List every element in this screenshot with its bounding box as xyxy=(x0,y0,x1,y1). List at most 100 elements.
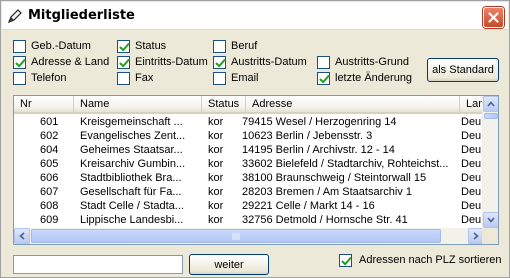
checkbox-box[interactable] xyxy=(317,55,330,69)
column-header-name[interactable]: Name xyxy=(74,96,202,112)
vertical-scrollbar[interactable] xyxy=(482,96,498,228)
cell-name: Kreisarchiv Gumbin... xyxy=(80,158,186,170)
checkbox-austritts-grund[interactable]: Austritts-Grund xyxy=(317,55,409,69)
checkbox-label: Email xyxy=(231,72,259,84)
cell-nr: 604 xyxy=(40,144,59,156)
checkbox-box[interactable] xyxy=(117,39,130,53)
checkbox-austritts-datum[interactable]: Austritts-Datum xyxy=(213,55,307,69)
search-input[interactable] xyxy=(13,255,183,274)
cell-land: Deu xyxy=(461,130,482,142)
checkbox-box[interactable] xyxy=(213,55,226,69)
cell-status: kor xyxy=(208,214,224,226)
table-row[interactable]: 602 Evangelisches Zent... kor 10623 Berl… xyxy=(14,129,484,143)
cell-status: kor xyxy=(208,144,224,156)
scrollbar-corner xyxy=(482,228,498,244)
table-row[interactable]: 601 Kreisgemeinschaft ... kor 79415 Wese… xyxy=(14,115,484,129)
checkbox-eintritts-datum[interactable]: Eintritts-Datum xyxy=(117,55,208,69)
column-header-land[interactable]: Land xyxy=(460,96,484,112)
checkbox-plz-sort[interactable]: Adressen nach PLZ sortieren xyxy=(339,253,501,267)
checkbox-geb-datum[interactable]: Geb.-Datum xyxy=(13,39,91,53)
checkbox-beruf[interactable]: Beruf xyxy=(213,39,257,53)
cell-land: Deu xyxy=(461,214,482,226)
als-standard-button[interactable]: als Standard xyxy=(427,58,499,82)
check-icon xyxy=(119,42,130,51)
als-standard-label: als Standard xyxy=(432,64,494,76)
checkbox-email[interactable]: Email xyxy=(213,71,259,85)
member-table[interactable]: Nr Name Status Adresse Land 601 Kreisgem… xyxy=(13,95,499,245)
scroll-left-button[interactable] xyxy=(14,228,30,244)
cell-adresse: 32756 Detmold / Hornsche Str. 41 xyxy=(242,214,408,226)
checkbox-box[interactable] xyxy=(13,39,26,53)
cell-name: Stadtbibliothek Bra... xyxy=(80,172,182,184)
checkbox-label: Geb.-Datum xyxy=(31,40,91,52)
window-title: Mitgliederliste xyxy=(28,8,135,23)
checkbox-box[interactable] xyxy=(13,71,26,85)
close-button[interactable] xyxy=(483,7,504,28)
checkbox-box[interactable] xyxy=(213,39,226,53)
arrow-down-icon xyxy=(487,217,495,223)
cell-nr: 601 xyxy=(40,116,59,128)
checkbox-box[interactable] xyxy=(117,55,130,69)
checkbox-box[interactable] xyxy=(339,253,352,267)
cell-name: Lippische Landesbi... xyxy=(80,214,184,226)
pen-icon xyxy=(7,9,22,24)
cell-status: kor xyxy=(208,158,224,170)
checkbox-fax[interactable]: Fax xyxy=(117,71,153,85)
weiter-label: weiter xyxy=(214,258,244,271)
table-row[interactable]: 608 Stadt Celle / Stadta... kor 29221 Ce… xyxy=(14,199,484,213)
cell-name: Evangelisches Zent... xyxy=(80,130,186,142)
mitgliederliste-window: Mitgliederliste Geb.-Datum Status Beruf … xyxy=(0,0,510,278)
cell-nr: 605 xyxy=(40,158,59,170)
checkbox-box[interactable] xyxy=(117,71,130,85)
scroll-up-button[interactable] xyxy=(483,96,498,112)
column-header-adresse[interactable]: Adresse xyxy=(246,96,460,112)
cell-land: Deu xyxy=(461,116,482,128)
cell-name: Geheimes Staatsar... xyxy=(80,144,183,156)
checkbox-label: letzte Änderung xyxy=(335,72,413,84)
table-row[interactable]: 604 Geheimes Staatsar... kor 14195 Berli… xyxy=(14,143,484,157)
table-row[interactable]: 609 Lippische Landesbi... kor 32756 Detm… xyxy=(14,213,484,227)
checkbox-box[interactable] xyxy=(317,71,330,85)
cell-land: Deu xyxy=(461,158,482,170)
scroll-down-button[interactable] xyxy=(483,212,498,228)
cell-adresse: 10623 Berlin / Jebensstr. 3 xyxy=(242,130,373,142)
cell-nr: 609 xyxy=(40,214,59,226)
check-icon xyxy=(119,58,130,67)
checkbox-label: Austritts-Grund xyxy=(335,56,409,68)
checkbox-label: Austritts-Datum xyxy=(231,56,307,68)
column-header-nr[interactable]: Nr xyxy=(14,96,74,112)
weiter-button[interactable]: weiter xyxy=(189,254,269,275)
checkbox-letzte-aenderung[interactable]: letzte Änderung xyxy=(317,71,412,85)
checkbox-box[interactable] xyxy=(213,71,226,85)
title-bar: Mitgliederliste xyxy=(2,2,508,30)
cell-land: Deu xyxy=(461,144,482,156)
grip-icon xyxy=(232,233,240,240)
arrow-right-icon xyxy=(473,232,479,240)
checkbox-box[interactable] xyxy=(13,55,26,69)
checkbox-telefon[interactable]: Telefon xyxy=(13,71,66,85)
check-icon xyxy=(319,74,330,83)
table-row[interactable]: 606 Stadtbibliothek Bra... kor 38100 Bra… xyxy=(14,171,484,185)
table-row[interactable]: 607 Gesellschaft für Fa... kor 28203 Bre… xyxy=(14,185,484,199)
horizontal-scrollbar[interactable] xyxy=(14,228,484,244)
checkbox-label: Adressen nach PLZ sortieren xyxy=(359,254,502,266)
vertical-scroll-thumb[interactable] xyxy=(484,113,498,119)
cell-nr: 608 xyxy=(40,200,59,212)
check-icon xyxy=(341,256,352,265)
table-row[interactable]: 605 Kreisarchiv Gumbin... kor 33602 Biel… xyxy=(14,157,484,171)
cell-nr: 606 xyxy=(40,172,59,184)
column-header-status[interactable]: Status xyxy=(202,96,246,112)
arrow-up-icon xyxy=(487,101,495,107)
cell-status: kor xyxy=(208,130,224,142)
cell-land: Deu xyxy=(461,200,482,212)
close-icon xyxy=(488,12,499,23)
cell-land: Deu xyxy=(461,186,482,198)
checkbox-adresse-land[interactable]: Adresse & Land xyxy=(13,55,109,69)
cell-nr: 602 xyxy=(40,130,59,142)
checkbox-label: Adresse & Land xyxy=(31,56,110,68)
checkbox-status[interactable]: Status xyxy=(117,39,166,53)
horizontal-scroll-thumb[interactable] xyxy=(31,229,441,243)
cell-adresse: 28203 Bremen / Am Staatsarchiv 1 xyxy=(242,186,412,198)
checkbox-label: Telefon xyxy=(31,72,67,84)
cell-land: Deu xyxy=(461,172,482,184)
